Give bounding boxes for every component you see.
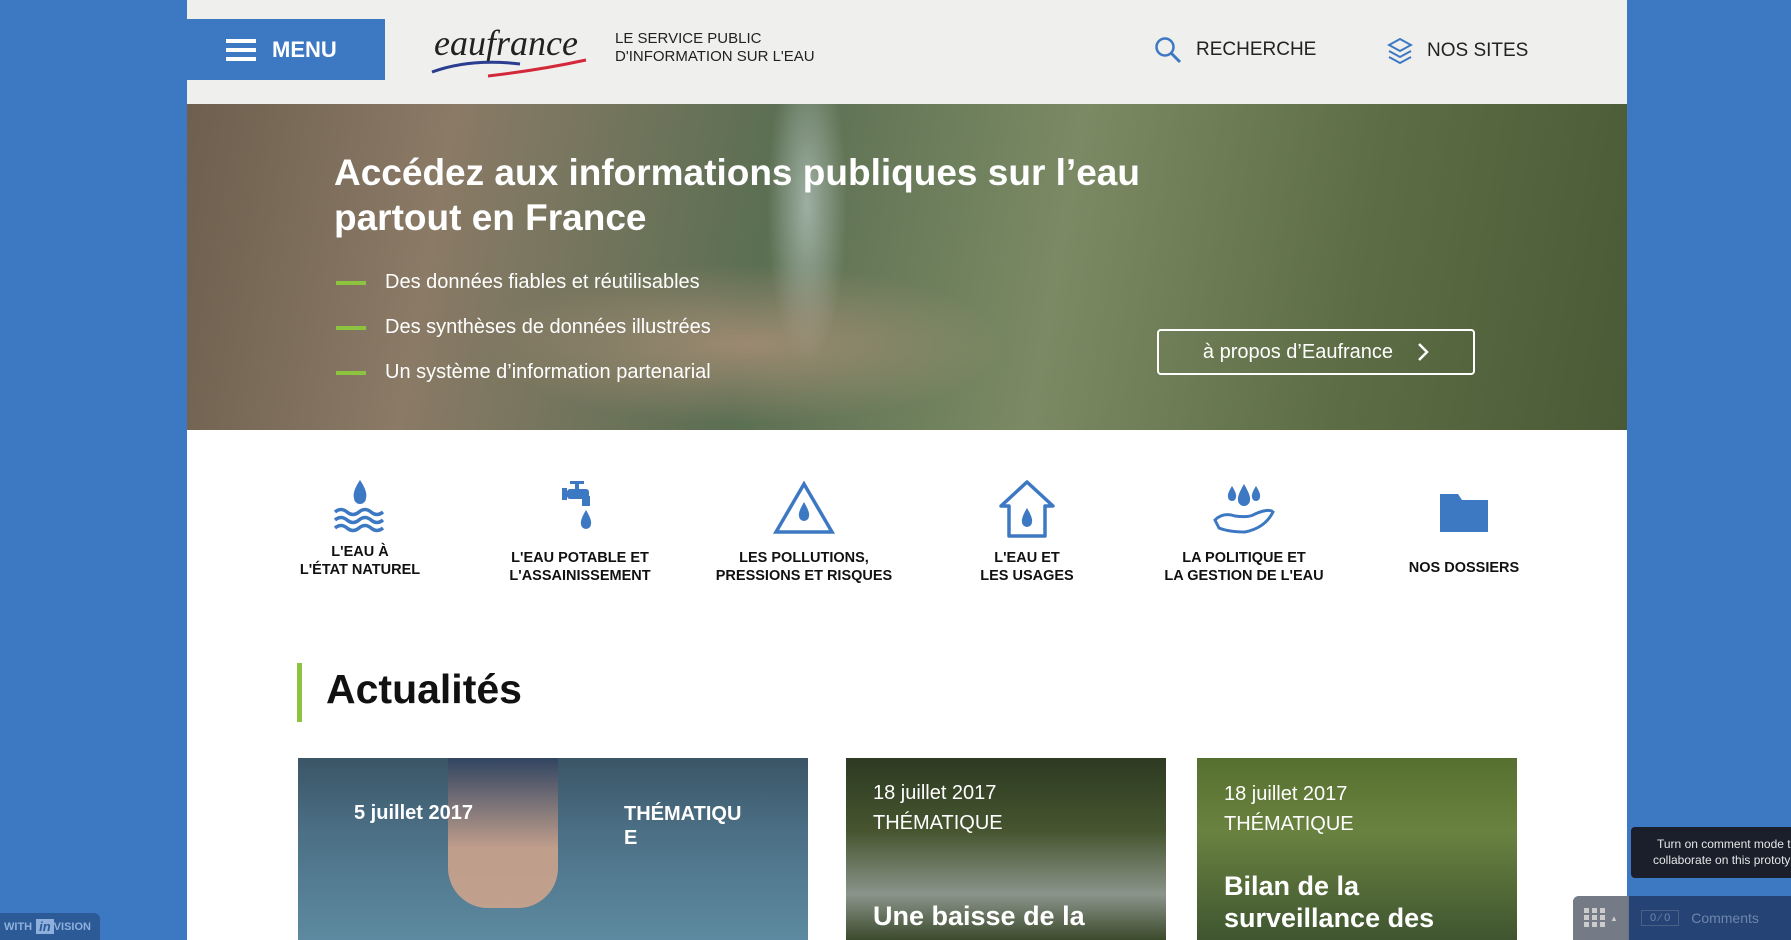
about-label: à propos d’Eaufrance (1202, 340, 1394, 363)
water-waves-icon (333, 480, 385, 533)
tagline-line2: D'INFORMATION SUR L'EAU (615, 48, 815, 65)
count-b: 0 (1664, 912, 1671, 924)
logo-swoosh-icon (431, 58, 587, 78)
comments-button[interactable]: Comments (1691, 910, 1759, 926)
news-card[interactable]: 5 juillet 2017 THÉMATIQU E (298, 758, 808, 940)
tooltip-line1: Turn on comment mode t (1657, 837, 1791, 851)
card-theme: THÉMATIQU E (624, 803, 742, 849)
card-date: 18 juillet 2017 (1224, 783, 1348, 805)
house-drop-icon (999, 480, 1055, 538)
invision-logo-text: VISION (53, 920, 91, 933)
comment-count: 0 ⁄ 0 (1641, 910, 1680, 926)
card-image (448, 758, 558, 908)
category-label: L'EAU POTABLE ET (511, 550, 649, 566)
category-politique-gestion[interactable]: LA POLITIQUE ET LA GESTION DE L'EAU (1139, 478, 1349, 584)
news-card[interactable]: 18 juillet 2017 THÉMATIQUE Une baisse de… (846, 758, 1166, 940)
count-a: 0 (1650, 912, 1657, 924)
hamburger-icon (226, 38, 256, 61)
nos-sites-label: NOS SITES (1427, 40, 1529, 61)
category-eau-etat-naturel[interactable]: L'EAU À L'ÉTAT NATUREL (255, 478, 465, 578)
chevron-right-icon (1418, 343, 1429, 361)
card-theme: THÉMATIQUE (1224, 813, 1354, 835)
news-section-title: Actualités (326, 666, 522, 712)
category-label: LA GESTION DE L'EAU (1164, 568, 1324, 584)
card-headline: Bilan de la surveillance des (1224, 871, 1435, 933)
category-label: LES POLLUTIONS, (739, 550, 869, 566)
layers-icon (1387, 37, 1413, 65)
category-label: L'EAU À (331, 544, 389, 560)
tagline: LE SERVICE PUBLIC D'INFORMATION SUR L'EA… (615, 30, 815, 66)
category-label: NOS DOSSIERS (1408, 560, 1520, 576)
news-card[interactable]: 18 juillet 2017 THÉMATIQUE Bilan de la s… (1197, 758, 1517, 940)
tagline-line1: LE SERVICE PUBLIC (615, 30, 762, 47)
category-nos-dossiers[interactable]: NOS DOSSIERS (1359, 478, 1569, 576)
category-pollutions[interactable]: LES POLLUTIONS, PRESSIONS ET RISQUES (699, 478, 909, 584)
hero-bullet: Un système d’information partenarial (336, 350, 711, 395)
bullet-text: Des données fiables et réutilisables (385, 271, 700, 293)
bullet-text: Un système d’information partenarial (385, 361, 711, 383)
tooltip-line2: collaborate on this prototy (1653, 853, 1791, 867)
menu-button[interactable]: MENU (187, 19, 385, 80)
search-label: RECHERCHE (1196, 39, 1317, 60)
hero-bullet: Des données fiables et réutilisables (336, 260, 711, 305)
invision-badge[interactable]: WITH in VISION (0, 913, 100, 940)
hero-bullets: Des données fiables et réutilisables Des… (336, 260, 711, 395)
hero-bullet: Des synthèses de données illustrées (336, 305, 711, 350)
card-headline: Une baisse de la (873, 901, 1085, 931)
comment-bar: ▲ 0 ⁄ 0 Comments (1573, 896, 1791, 940)
category-label: L'ASSAINISSEMENT (509, 568, 651, 584)
category-label: LES USAGES (980, 568, 1074, 584)
category-label: PRESSIONS ET RISQUES (715, 568, 893, 584)
about-eaufrance-button[interactable]: à propos d’Eaufrance (1157, 329, 1475, 375)
card-theme: THÉMATIQUE (873, 812, 1003, 834)
hero-title: Accédez aux informations publiques sur l… (334, 152, 1140, 238)
category-label: LA POLITIQUE ET (1182, 550, 1306, 566)
category-label: L'EAU ET (994, 550, 1060, 566)
menu-label: MENU (272, 36, 337, 62)
screens-grid-button[interactable]: ▲ (1573, 896, 1629, 940)
warning-drop-icon (772, 480, 836, 534)
eaufrance-logo[interactable]: eaufrance (430, 20, 590, 80)
header: MENU eaufrance LE SERVICE PUBLIC D'INFOR… (187, 0, 1627, 104)
folder-icon (1440, 494, 1488, 532)
tap-icon (562, 481, 592, 529)
search-link[interactable]: RECHERCHE (1154, 36, 1316, 64)
category-eau-usages[interactable]: L'EAU ET LES USAGES (922, 478, 1132, 584)
bullet-text: Des synthèses de données illustrées (385, 316, 711, 338)
grid-icon (1584, 908, 1606, 927)
nos-sites-link[interactable]: NOS SITES (1387, 36, 1528, 66)
hand-drops-icon (1213, 484, 1275, 534)
caret-up-icon: ▲ (1610, 913, 1618, 923)
category-eau-potable[interactable]: L'EAU POTABLE ET L'ASSAINISSEMENT (475, 478, 685, 584)
search-icon (1155, 37, 1182, 64)
invision-logo-in: in (36, 919, 54, 934)
badge-with: WITH (4, 920, 33, 933)
section-accent-bar (297, 663, 302, 722)
category-label: L'ÉTAT NATUREL (299, 562, 421, 578)
page: MENU eaufrance LE SERVICE PUBLIC D'INFOR… (187, 0, 1627, 940)
comment-mode-tooltip: Turn on comment mode t collaborate on th… (1631, 827, 1791, 878)
card-date: 18 juillet 2017 (873, 782, 997, 804)
card-date: 5 juillet 2017 (354, 802, 473, 824)
hero-banner: Accédez aux informations publiques sur l… (187, 104, 1627, 430)
